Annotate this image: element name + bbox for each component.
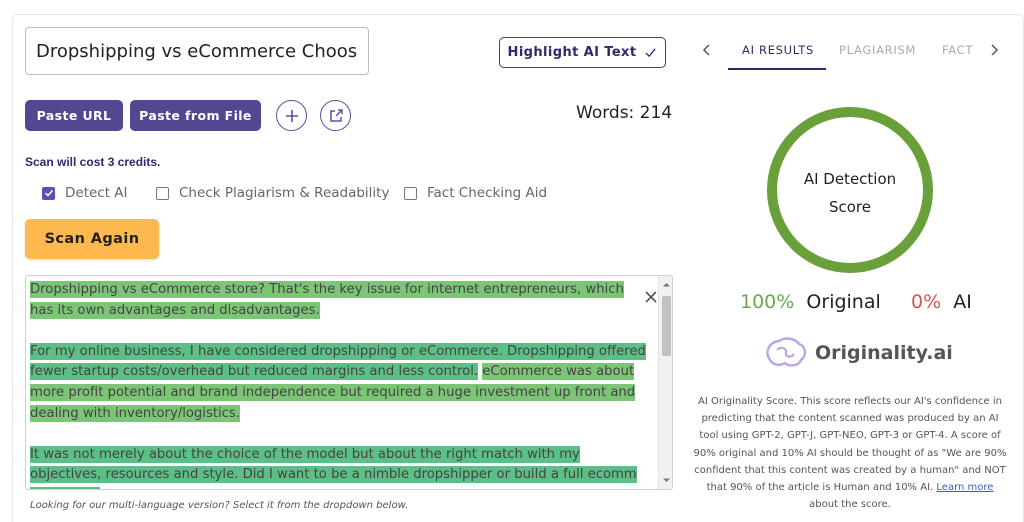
ai-percent: 0% [910,291,942,313]
score-description: AI Originality Score. This score reflect… [692,393,1008,513]
detect-ai-label: Detect AI [65,185,128,201]
original-percent: 100% [740,291,795,313]
description-text: AI Originality Score. This score reflect… [693,396,1007,494]
learn-more-link[interactable]: Learn more [936,482,993,493]
scroll-up-icon[interactable] [662,280,671,289]
editor-text[interactable]: Dropshipping vs eCommerce store? That's … [30,280,648,489]
scan-cost-text: Scan will cost 3 credits. [25,155,161,169]
originality-logo: Originality.ai [763,336,953,370]
gauge-label: AI Detection Score [765,165,935,221]
description-tail: about the score. [809,499,891,511]
checkbox-checked-icon [42,186,55,200]
checkbox-unchecked-icon [156,186,169,200]
ai-label: AI [953,291,972,313]
fact-checking-checkbox[interactable]: Fact Checking Aid [404,185,547,201]
chevron-left-icon[interactable] [701,43,713,57]
add-button[interactable] [276,100,307,131]
tab-fact[interactable]: FACT [942,43,982,57]
score-row: 100% Original 0% AI [740,291,972,313]
highlighted-text: Dropshipping vs eCommerce store? That's … [30,281,624,319]
scroll-down-icon[interactable] [662,476,671,485]
check-icon [645,48,657,58]
share-button[interactable] [320,100,351,131]
close-icon[interactable] [644,290,658,304]
gauge-label-line2: Score [828,198,871,216]
paste-url-button[interactable]: Paste URL [25,100,123,131]
chevron-right-icon[interactable] [988,43,1000,57]
highlighted-text: It was not merely about the choice of th… [30,445,637,489]
scan-again-button[interactable]: Scan Again [25,219,159,259]
share-icon [329,108,343,122]
paste-from-file-button[interactable]: Paste from File [130,100,261,131]
active-tab-indicator [728,68,826,70]
scrollbar-thumb[interactable] [662,296,671,356]
highlight-ai-text-label: Highlight AI Text [507,45,637,60]
results-tabs: AI RESULTS PLAGIARISM FACT [690,36,1010,70]
word-count: Words: 214 [576,103,673,123]
detect-ai-checkbox[interactable]: Detect AI [42,185,128,201]
check-plagiarism-checkbox[interactable]: Check Plagiarism & Readability [156,185,389,201]
content-editor[interactable]: Dropshipping vs eCommerce store? That's … [25,275,673,490]
original-label: Original [806,291,881,313]
check-plagiarism-label: Check Plagiarism & Readability [179,185,390,201]
brain-logo-icon [766,337,807,367]
plus-icon [285,109,298,122]
tab-ai-results[interactable]: AI RESULTS [742,43,814,57]
title-input[interactable] [25,27,369,75]
fact-checking-label: Fact Checking Aid [427,185,548,201]
highlight-ai-text-button[interactable]: Highlight AI Text [499,37,666,68]
gauge-label-line1: AI Detection [803,170,897,188]
checkbox-unchecked-icon [404,186,417,200]
editor-scrollbar[interactable] [658,276,672,489]
tab-plagiarism[interactable]: PLAGIARISM [839,43,916,57]
logo-text: Originality.ai [815,342,953,364]
multi-language-note: Looking for our multi-language version? … [30,500,409,511]
